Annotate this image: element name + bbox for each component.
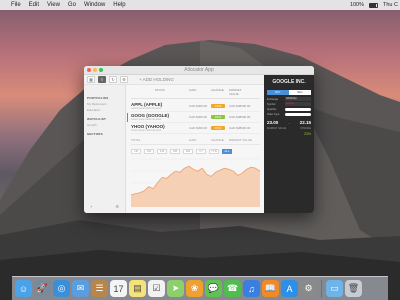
stock-desc: Lorem ipsum dolor sit amet [131,118,162,121]
col-stock[interactable]: STOCK [131,88,189,96]
menu-file[interactable]: File [11,2,21,8]
trash-icon[interactable]: 🗑 [345,280,362,297]
arrow-right-icon: → [287,120,291,125]
tab-sell[interactable]: SELL [289,90,311,95]
app-window: Allocator App ▦ ≡ ↻ ⚙ + ADD HOLDING PORT… [84,66,314,213]
col-market-value[interactable]: MARKET VALUE [229,88,251,96]
dock-separator [321,279,322,298]
notes-icon[interactable]: ▤ [129,280,146,297]
folder-icon[interactable]: ▭ [326,280,343,297]
maps-icon[interactable]: ➤ [167,280,184,297]
stock-market-value: CAD $38000.00 [229,104,251,108]
stock-gain: CAD $300.00 [189,104,208,108]
sidebar-section-sectors: SECTORS [87,132,103,136]
change-value: 23% [303,132,311,136]
facetime-icon[interactable]: ☎ [224,280,241,297]
panel-title: GOOGLE INC. [272,79,306,85]
preferences-icon[interactable]: ⚙ [300,280,317,297]
refresh-icon[interactable]: ↻ [109,76,117,83]
table-header: STOCK GAIN CHANGE MARKET VALUE [131,88,260,99]
sidebar-item-education[interactable]: Education [87,108,122,112]
change-badge: 15% [211,126,225,130]
battery-percent[interactable]: 100% [350,2,364,8]
table-row-selected[interactable]: GOOG (GOOGLE) Lorem ipsum dolor sit amet … [127,112,260,123]
window-titlebar[interactable]: Allocator App [84,66,314,75]
finder-icon[interactable]: ☺ [15,280,32,297]
change-label: CHANGE [300,127,311,130]
menu-bar: File Edit View Go Window Help 100% Thu C [0,0,400,10]
safari-icon[interactable]: ◎ [53,280,70,297]
stock-market-value: CAD $38000.00 [229,126,251,130]
battery-icon[interactable] [369,2,379,8]
trade-panel: GOOGLE INC. BUY SELL Exchange NASDAQ Symb… [264,75,314,213]
sidebar: PORTFOLIOS My Retirement Education WATCH… [84,85,126,213]
menu-clock[interactable]: Thu C [383,2,398,8]
menu-help[interactable]: Help [113,2,125,8]
target-price: 22.15 [299,120,311,125]
last-price: 23.00 [267,120,279,125]
market-value-label: MARKET VALUE [267,127,287,130]
menu-view[interactable]: View [47,2,60,8]
field-label: Quantity [267,108,277,111]
field-label: Order Type [267,113,280,116]
menu-go[interactable]: Go [68,2,76,8]
stock-gain: CAD $300.00 [189,126,208,130]
symbol-field[interactable]: GOOG [285,102,311,106]
calendar-icon[interactable]: 17 [110,280,127,297]
window-title: Allocator App [184,67,214,73]
tab-buy[interactable]: BUY [267,90,289,95]
total-label: TOTAL [131,138,141,142]
sidebar-section-watchlist: WATCHLIST [87,117,107,121]
settings-icon[interactable]: ⚙ [120,76,128,83]
field-label: Exchange [267,97,279,101]
add-holding-button[interactable]: + ADD HOLDING [139,77,174,82]
table-row[interactable]: YHOO (YAHOO) Lorem ipsum dolor sit amet C… [131,123,260,134]
exchange-field[interactable]: NASDAQ [285,97,311,101]
menu-edit[interactable]: Edit [29,2,39,8]
dock: ☺ 🚀 ◎ ✉ ☰ 17 ▤ ☑ ➤ ❀ 💬 ☎ ♫ 📖 A ⚙ ▭ 🗑 [12,276,388,300]
change-badge: 15% [211,115,225,119]
change-badge: 15% [211,104,225,108]
total-market-value-label: MARKET VALUE [229,138,252,142]
contacts-icon[interactable]: ☰ [91,280,108,297]
total-gain-label: GAIN [189,138,197,142]
field-label: Symbol [267,102,276,106]
stock-gain: CAD $300.00 [189,115,208,119]
chart-area-fill [131,166,260,207]
stock-desc: Lorem ipsum dolor sit amet [131,107,162,110]
stock-market-value: CAD $38000.00 [229,115,251,119]
mail-icon[interactable]: ✉ [72,280,89,297]
sidebar-settings-icon[interactable]: ⚙ [115,204,119,209]
sidebar-item-growth[interactable]: Growth [87,123,122,127]
col-gain[interactable]: GAIN [189,88,211,96]
sidebar-item-retirement[interactable]: My Retirement [87,102,122,106]
reminders-icon[interactable]: ☑ [148,280,165,297]
stock-desc: Lorem ipsum dolor sit amet [131,129,162,132]
appstore-icon[interactable]: A [281,280,298,297]
col-change[interactable]: CHANGE [211,88,229,96]
messages-icon[interactable]: 💬 [205,280,222,297]
order-type-toggle[interactable] [285,113,311,116]
ibooks-icon[interactable]: 📖 [262,280,279,297]
launchpad-icon[interactable]: 🚀 [34,280,51,297]
total-change-label: CHANGE [211,138,224,142]
quantity-slider[interactable] [285,108,311,111]
itunes-icon[interactable]: ♫ [243,280,260,297]
list-view-icon[interactable]: ≡ [98,76,106,83]
totals-row: TOTAL GAIN CHANGE MARKET VALUE [131,136,260,145]
menu-window[interactable]: Window [84,2,105,8]
portfolio-area-chart[interactable] [127,153,264,209]
photos-icon[interactable]: ❀ [186,280,203,297]
add-portfolio-icon[interactable]: + [90,204,92,209]
grid-view-icon[interactable]: ▦ [87,76,95,83]
sidebar-section-portfolios: PORTFOLIOS [87,96,109,100]
table-row[interactable]: APPL (APPLE) Lorem ipsum dolor sit amet C… [131,101,260,112]
